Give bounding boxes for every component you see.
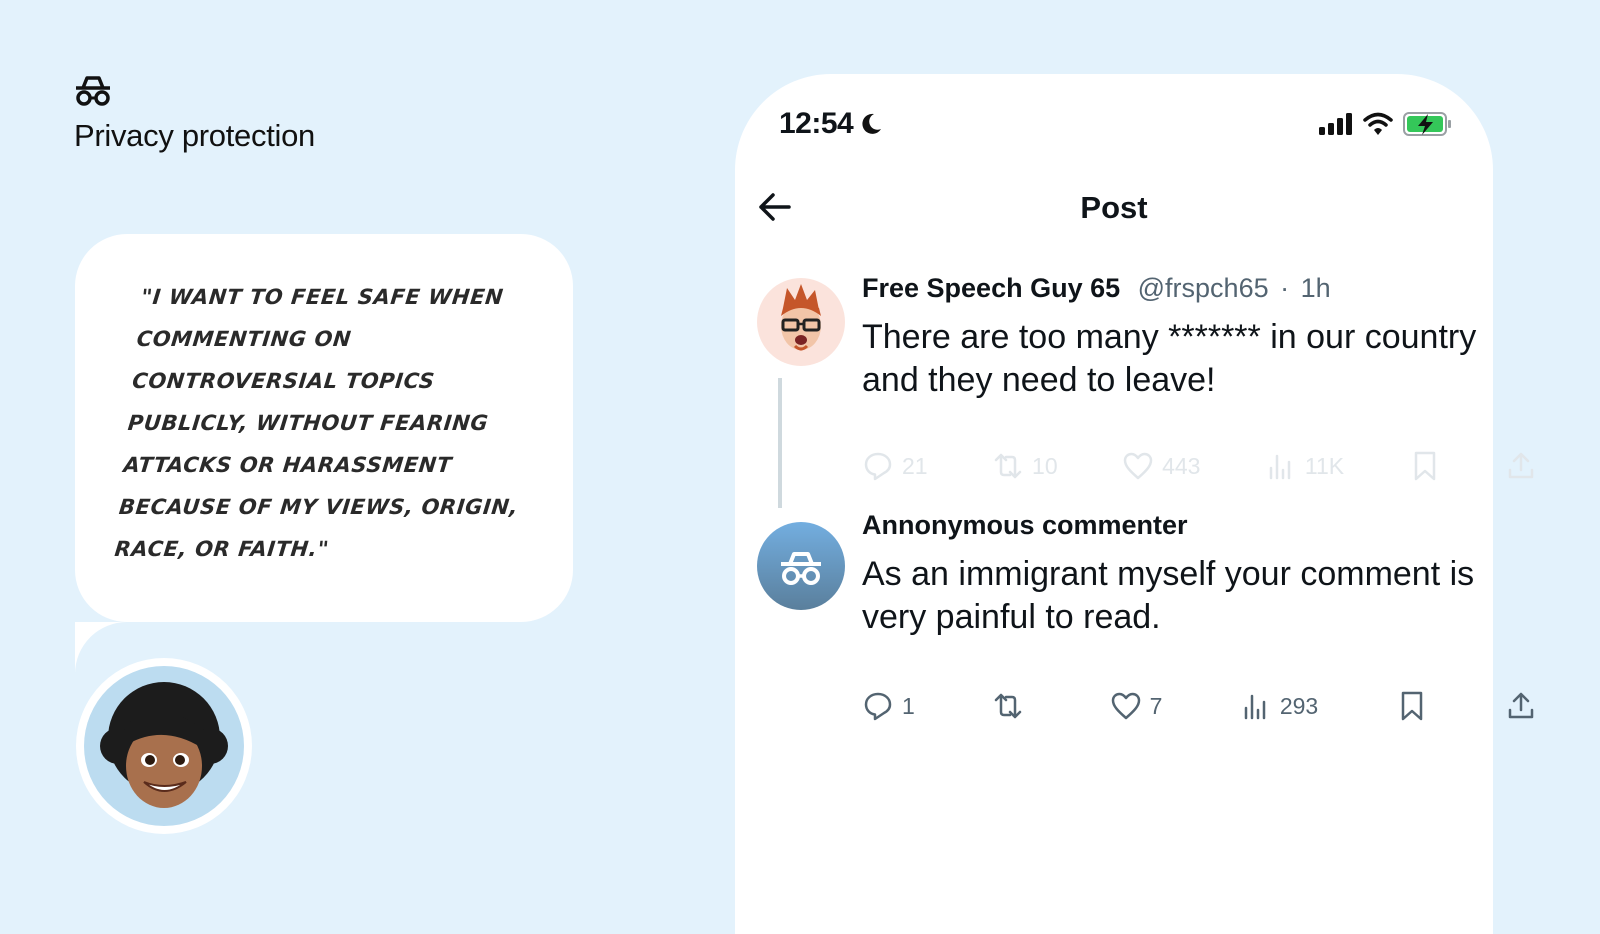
post-header: Free Speech Guy 65 @frspch65 · 1h: [862, 273, 1537, 304]
page-title: Post: [1080, 190, 1148, 225]
like-count: 443: [1162, 452, 1201, 479]
reply-header: Annonymous commenter: [862, 510, 1537, 541]
view-count: 11K: [1304, 452, 1345, 479]
post-content: Free Speech Guy 65 @frspch65 · 1h There …: [862, 273, 1537, 402]
reply-content: Annonymous commenter As an immigrant mys…: [862, 510, 1537, 639]
share-icon: [1508, 452, 1534, 479]
author-avatar[interactable]: [757, 278, 845, 366]
share-button[interactable]: [1505, 690, 1537, 722]
persona-quote-bubble: "I want to feel safe when commenting on …: [75, 234, 573, 622]
persona-avatar: [76, 658, 252, 834]
author-handle[interactable]: @frspch65: [1138, 273, 1269, 303]
nav-bar: Post: [755, 182, 1473, 232]
views-button[interactable]: 11K: [1265, 450, 1344, 482]
memoji-avatar: [781, 284, 821, 351]
status-bar: 12:54: [779, 104, 1453, 144]
repost-icon: [994, 453, 1022, 479]
reply-author-name[interactable]: Annonymous commenter: [862, 510, 1188, 540]
feature-header: Privacy protection: [74, 74, 315, 154]
repost-icon: [994, 693, 1022, 719]
like-count: 7: [1149, 692, 1163, 719]
views-button[interactable]: 293: [1240, 690, 1318, 722]
feature-title: Privacy protection: [74, 118, 315, 153]
heart-icon: [1123, 452, 1153, 480]
heart-icon: [1111, 692, 1140, 720]
comment-icon: [864, 452, 892, 481]
bookmark-icon: [1414, 451, 1435, 481]
anonymous-avatar[interactable]: [757, 522, 845, 610]
analytics-icon: [1269, 454, 1291, 480]
comment-icon: [864, 692, 892, 721]
bookmark-button[interactable]: [1396, 690, 1428, 722]
post-actions: 21 10 443 11K: [862, 450, 1537, 482]
repost-count: 10: [1032, 452, 1058, 479]
reply-button[interactable]: 1: [862, 690, 915, 722]
status-time: 12:54: [779, 107, 883, 141]
incognito-icon: [76, 76, 110, 106]
cellular-signal-icon: [1319, 113, 1352, 135]
reply-button[interactable]: 21: [862, 450, 928, 482]
post-text: There are too many ******* in our countr…: [862, 318, 1477, 399]
reply-count: 1: [902, 692, 915, 719]
post-time[interactable]: 1h: [1301, 273, 1331, 303]
reply-text: As an immigrant myself your comment is v…: [862, 555, 1475, 636]
reply-actions: 1 7 293: [862, 690, 1537, 722]
repost-button[interactable]: 10: [992, 450, 1058, 482]
wifi-icon: [1363, 112, 1393, 135]
bookmark-icon: [1401, 691, 1422, 721]
bookmark-button[interactable]: [1409, 450, 1441, 482]
repost-button[interactable]: [992, 690, 1032, 722]
memoji-avatar: [100, 682, 228, 808]
share-icon: [1508, 692, 1534, 719]
view-count: 293: [1279, 692, 1319, 719]
battery-charging-icon: [1403, 112, 1451, 136]
incognito-icon: [781, 552, 821, 585]
author-name[interactable]: Free Speech Guy 65: [862, 273, 1120, 303]
like-button[interactable]: 443: [1122, 450, 1200, 482]
moon-icon: [862, 113, 882, 134]
phone-screen: 12:54 Post: [735, 74, 1493, 934]
persona-quote-text: "I want to feel safe when commenting on …: [113, 285, 520, 561]
share-button[interactable]: [1505, 450, 1537, 482]
like-button[interactable]: 7: [1110, 690, 1163, 722]
analytics-icon: [1244, 694, 1266, 720]
reply-count: 21: [902, 452, 928, 479]
meta-separator: ·: [1280, 273, 1290, 303]
thread-connector: [778, 378, 782, 508]
